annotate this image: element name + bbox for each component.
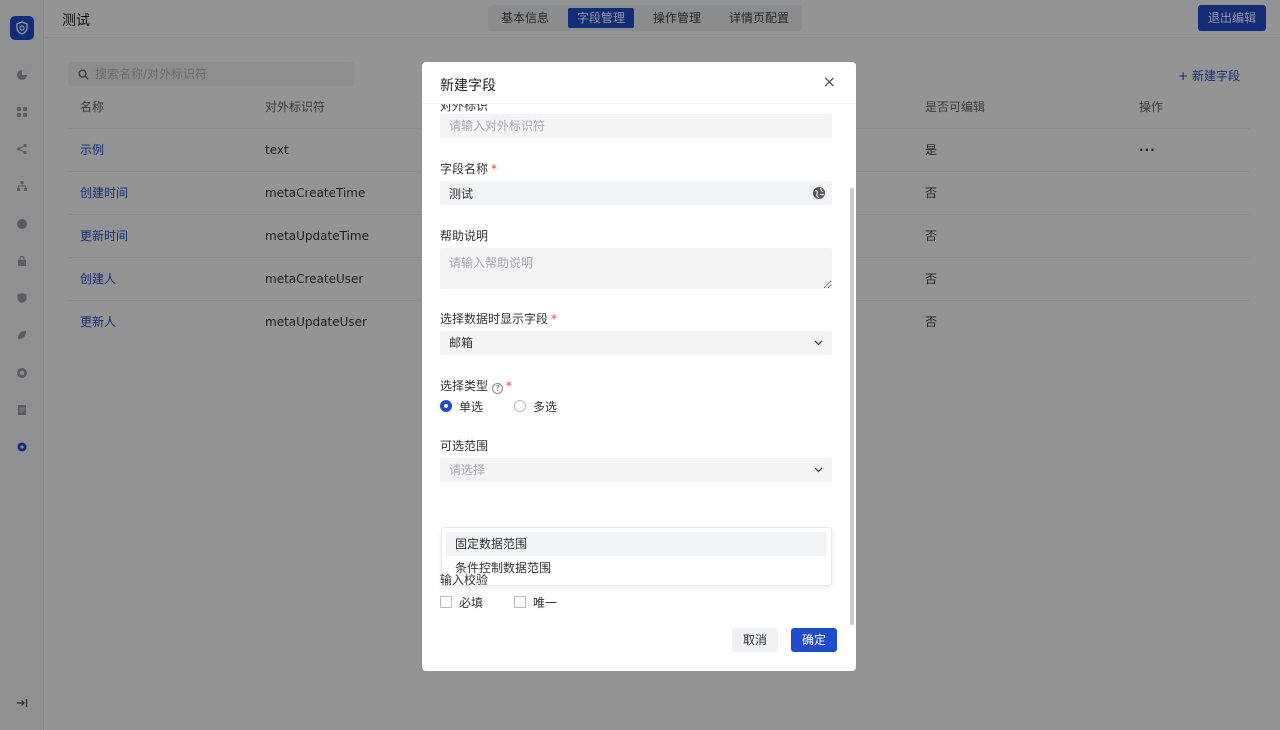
checkbox-unique-label[interactable]: 唯一 — [533, 594, 557, 611]
identifier-input[interactable] — [440, 114, 832, 138]
range-option-conditional[interactable]: 条件控制数据范围 — [446, 556, 827, 580]
radio-single[interactable] — [440, 400, 452, 412]
globe-icon[interactable] — [812, 186, 826, 200]
radio-single-label[interactable]: 单选 — [459, 398, 483, 415]
confirm-button[interactable]: 确定 — [791, 628, 837, 652]
range-placeholder: 请选择 — [449, 463, 486, 477]
radio-multiple[interactable] — [514, 400, 527, 412]
help-label: 帮助说明 — [440, 229, 489, 243]
range-select[interactable]: 请选择 — [440, 458, 832, 482]
display-field-select[interactable]: 邮箱 — [440, 331, 832, 355]
required-mark: * — [551, 312, 558, 326]
dialog-header: 新建字段 × — [422, 62, 856, 104]
checkbox-unique[interactable] — [514, 596, 527, 608]
range-option-fixed[interactable]: 固定数据范围 — [446, 532, 827, 556]
chevron-down-icon — [814, 331, 823, 365]
range-label: 可选范围 — [440, 439, 489, 453]
required-mark: * — [506, 379, 513, 393]
validation-checkbox-group: 必填 唯一 — [440, 594, 588, 610]
checkbox-required[interactable] — [440, 596, 452, 608]
field-name-input[interactable] — [440, 181, 832, 205]
validation-label: 输入校验 — [440, 573, 489, 587]
help-textarea[interactable] — [440, 248, 832, 289]
new-field-dialog: 新建字段 × 对外标识 字段名称* 帮助说明 选择数据时显示字段* 邮箱 选择类… — [422, 62, 856, 671]
display-field-value: 邮箱 — [449, 336, 474, 350]
select-type-label-text: 选择类型 — [440, 379, 489, 393]
select-type-label: 选择类型? * — [440, 377, 512, 394]
close-icon[interactable]: × — [823, 74, 836, 90]
range-dropdown-menu: 固定数据范围 条件控制数据范围 — [441, 527, 832, 586]
identifier-label-cutoff: 对外标识 — [440, 104, 489, 113]
question-icon[interactable]: ? — [492, 383, 504, 394]
field-name-wrapper — [440, 181, 832, 205]
field-name-label-text: 字段名称 — [440, 162, 489, 176]
checkbox-required-label[interactable]: 必填 — [459, 594, 483, 611]
required-mark: * — [491, 162, 498, 176]
dialog-scrollbar[interactable] — [850, 188, 854, 625]
display-field-label: 选择数据时显示字段 * — [440, 310, 557, 327]
cancel-button[interactable]: 取消 — [732, 628, 778, 652]
chevron-down-icon — [814, 458, 823, 492]
dialog-title: 新建字段 — [440, 78, 496, 94]
display-field-label-text: 选择数据时显示字段 — [440, 312, 549, 326]
field-name-label: 字段名称 * — [440, 160, 497, 177]
radio-multiple-label[interactable]: 多选 — [533, 398, 557, 415]
dialog-body[interactable]: 对外标识 字段名称* 帮助说明 选择数据时显示字段* 邮箱 选择类型?* 单选 … — [422, 104, 856, 620]
select-type-radio-group: 单选 多选 — [440, 398, 588, 414]
